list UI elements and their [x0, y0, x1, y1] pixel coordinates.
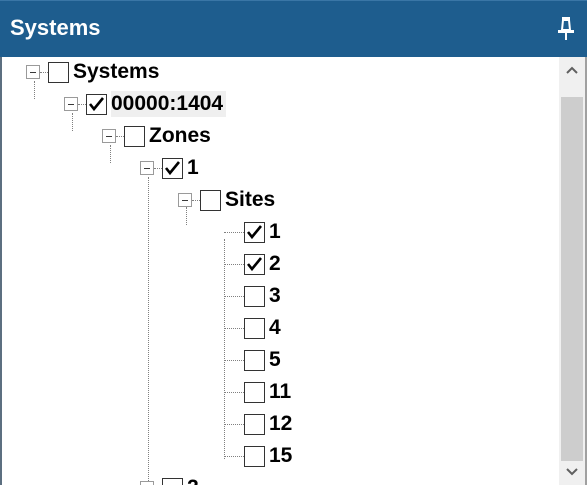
tree-connector	[116, 135, 124, 137]
tree-connector	[224, 455, 244, 457]
checkbox[interactable]	[48, 61, 69, 83]
collapse-minus-icon[interactable]	[178, 193, 192, 207]
checkbox[interactable]	[162, 477, 183, 485]
checkbox[interactable]	[124, 125, 145, 147]
tree-node-zone-2[interactable]: 2	[140, 473, 202, 485]
tree-node-site[interactable]: 12	[224, 409, 295, 439]
tree-node-site[interactable]: 15	[224, 441, 295, 471]
checkmark-icon	[164, 160, 181, 175]
vertical-scrollbar[interactable]	[559, 57, 585, 485]
checkbox[interactable]	[244, 381, 265, 403]
tree-node-site[interactable]: 4	[224, 313, 284, 343]
panel-title: Systems	[10, 15, 101, 40]
tree-node-label: 3	[269, 284, 281, 307]
tree-connector	[224, 423, 244, 425]
checkbox-checked[interactable]	[162, 157, 183, 179]
tree-node-label: 12	[269, 412, 293, 435]
collapse-minus-icon[interactable]	[64, 97, 78, 111]
tree-node-label: 5	[269, 348, 281, 371]
checkmark-icon	[246, 224, 263, 239]
tree-connector	[40, 71, 48, 73]
tree-connector	[78, 103, 86, 105]
tree-connector	[148, 177, 149, 485]
tree-node-label: 1	[187, 156, 199, 179]
expand-icon[interactable]	[140, 481, 154, 485]
pin-icon[interactable]	[553, 15, 579, 43]
tree-node-label: Systems	[73, 60, 160, 83]
tree-connector	[224, 391, 244, 393]
checkbox-checked[interactable]	[244, 253, 265, 275]
checkbox[interactable]	[244, 285, 265, 307]
collapse-minus-icon[interactable]	[140, 161, 154, 175]
tree-node-label: 1	[269, 220, 281, 243]
collapse-minus-icon[interactable]	[26, 65, 40, 79]
tree-node-sites[interactable]: Sites	[178, 185, 278, 215]
systems-panel: Systems Systems 00000:1404 Zones 1 Sites…	[0, 0, 587, 485]
scrollbar-thumb[interactable]	[561, 97, 583, 461]
checkmark-icon	[246, 256, 263, 271]
checkbox[interactable]	[244, 413, 265, 435]
checkbox[interactable]	[244, 317, 265, 339]
tree-container: Systems 00000:1404 Zones 1 Sites 1 2 3 4…	[0, 57, 587, 485]
tree-node-label: 2	[187, 475, 202, 485]
tree-node-label: 11	[269, 380, 292, 403]
tree-connector	[224, 359, 244, 361]
tree-node-label: 2	[269, 252, 281, 275]
tree-connector	[192, 199, 200, 201]
tree-connector	[224, 231, 244, 233]
tree-connector	[224, 263, 244, 265]
tree-connector	[154, 167, 162, 169]
checkbox[interactable]	[244, 349, 265, 371]
tree-node-site[interactable]: 3	[224, 281, 284, 311]
checkbox[interactable]	[244, 445, 265, 467]
panel-titlebar: Systems	[0, 0, 587, 57]
tree-connector	[224, 295, 244, 297]
tree-node-site[interactable]: 1	[224, 217, 284, 247]
chevron-down-icon[interactable]	[559, 459, 585, 485]
tree-node-systems-root[interactable]: Systems	[26, 57, 162, 87]
collapse-minus-icon[interactable]	[102, 129, 116, 143]
tree-node-zones[interactable]: Zones	[102, 121, 214, 151]
tree-node-label: 4	[269, 316, 281, 339]
tree-node-zone-1[interactable]: 1	[140, 153, 202, 183]
tree-node-label: Sites	[225, 188, 276, 211]
tree-node-label: 00000:1404	[111, 91, 227, 117]
systems-tree: Systems 00000:1404 Zones 1 Sites 1 2 3 4…	[2, 57, 562, 485]
tree-node-site[interactable]: 11	[224, 377, 294, 407]
checkbox-checked[interactable]	[244, 221, 265, 243]
tree-node-site[interactable]: 5	[224, 345, 284, 375]
tree-node-label: 15	[269, 444, 293, 467]
tree-node-system[interactable]: 00000:1404	[64, 89, 227, 119]
checkmark-icon	[88, 96, 105, 111]
tree-connector	[224, 327, 244, 329]
tree-node-label: Zones	[149, 124, 211, 147]
checkbox[interactable]	[200, 189, 221, 211]
chevron-up-icon[interactable]	[559, 57, 585, 83]
tree-node-site[interactable]: 2	[224, 249, 284, 279]
checkbox-checked[interactable]	[86, 93, 107, 115]
